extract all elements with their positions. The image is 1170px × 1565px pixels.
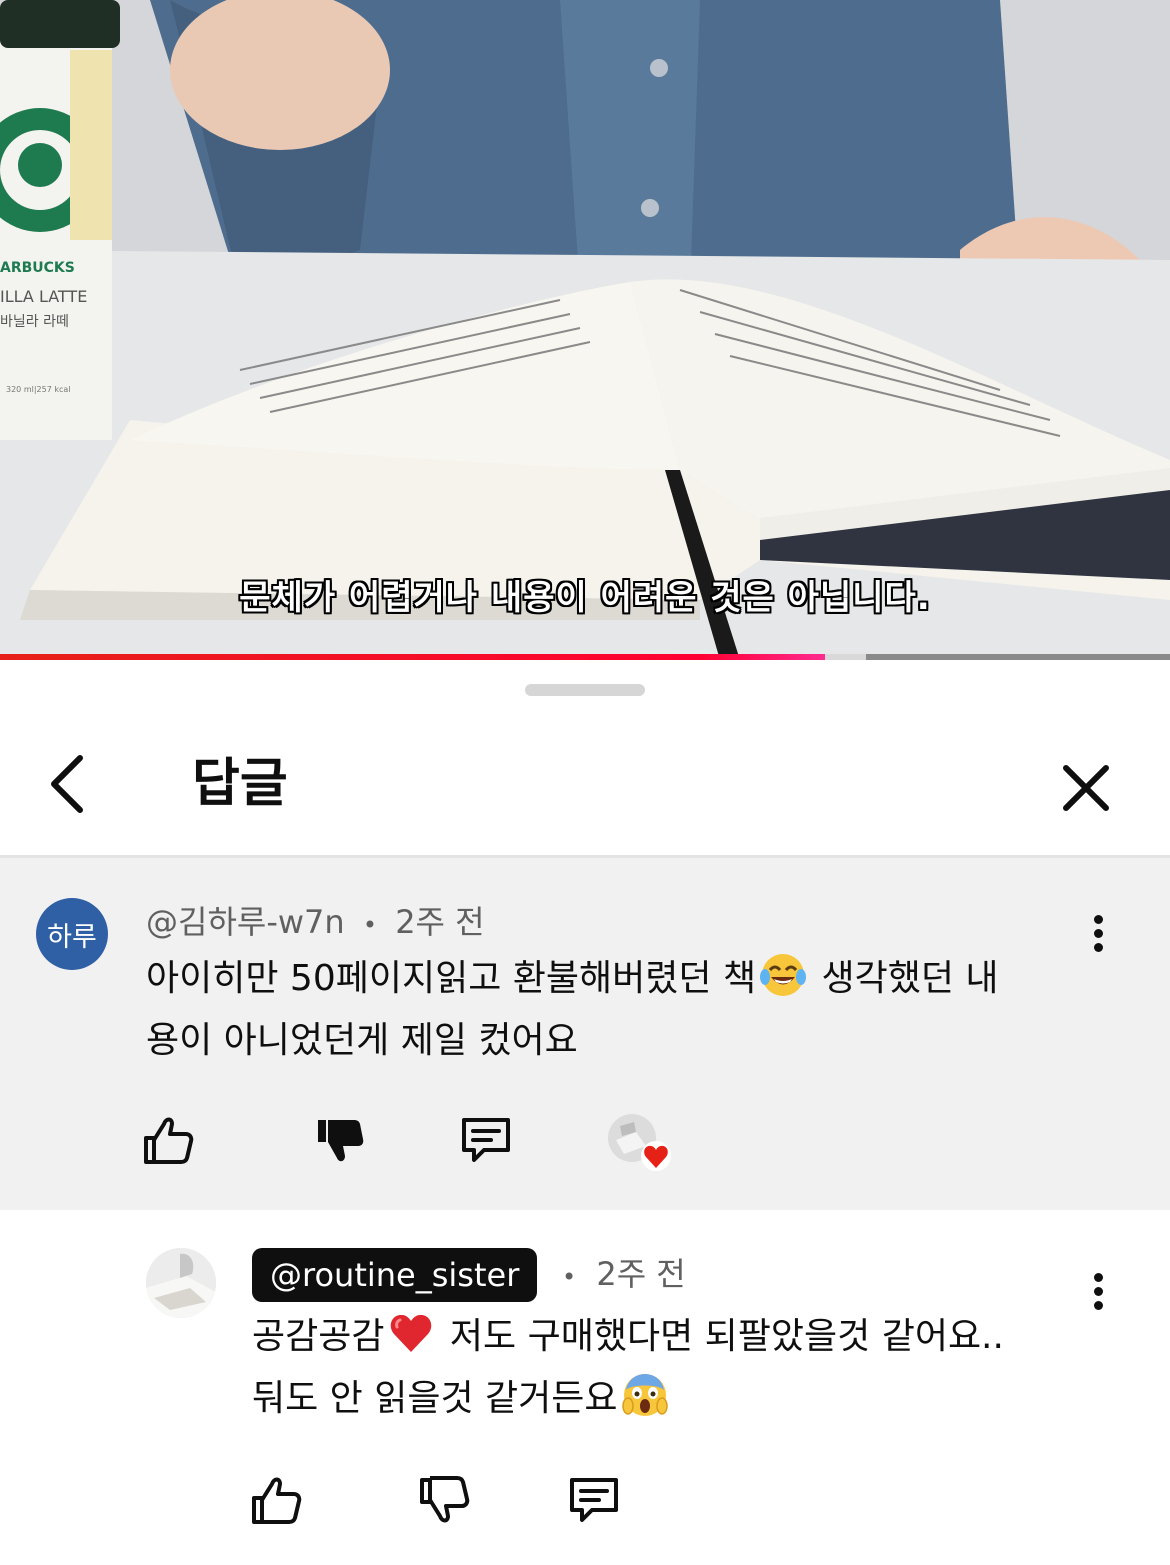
comment-text: 아이히만 50페이지읽고 환불해버렸던 책 생각했던 내 용이 아니었던게 제일… — [146, 948, 1106, 1072]
reply-comment: @routine_sister • 2주 전 공감공감 저도 구매했다면 되팔았… — [0, 1210, 1170, 1565]
sheet-drag-handle[interactable] — [525, 684, 645, 696]
video-frame: ARBUCKS ILLA LATTE 바닐라 라떼 320 ml|257 kca… — [0, 0, 1170, 660]
screaming-face-emoji-icon — [621, 1374, 668, 1416]
reply-icon — [462, 1118, 510, 1162]
comment-text-part: 저도 구매했다면 되팔았을것 같어요.. — [438, 1316, 1004, 1357]
close-button[interactable] — [1052, 754, 1120, 822]
reply-button[interactable] — [564, 1470, 624, 1530]
comment-text-part: 공감공감 — [252, 1316, 385, 1357]
page-title: 답글 — [192, 754, 288, 814]
red-heart-emoji-icon — [391, 1314, 432, 1352]
svg-text:320 ml|257 kcal: 320 ml|257 kcal — [6, 385, 71, 394]
dislike-button[interactable] — [414, 1470, 474, 1530]
creator-heart-badge — [606, 1110, 676, 1174]
comment-text-line2: 둬도 안 읽을것 같거든요 — [252, 1378, 618, 1419]
avatar[interactable] — [146, 1248, 216, 1318]
chevron-left-icon — [51, 755, 83, 813]
svg-text:ARBUCKS: ARBUCKS — [0, 260, 75, 276]
comment-author: @routine_sister — [270, 1256, 520, 1294]
meta-separator: • — [362, 911, 378, 939]
dislike-icon — [420, 1476, 470, 1523]
comment-text-line2: 용이 아니었던게 제일 컸어요 — [146, 1020, 578, 1061]
avatar-image — [146, 1248, 216, 1318]
reply-button[interactable] — [456, 1110, 516, 1170]
comment-time: 2주 전 — [395, 903, 485, 941]
replies-sheet: 답글 하루 @김하루-w7n • 2주 전 아이히만 50페이지읽고 환불해버렸… — [0, 660, 1170, 1565]
reply-icon — [570, 1478, 618, 1522]
dislike-filled-icon — [318, 1120, 364, 1162]
like-button[interactable] — [246, 1470, 306, 1530]
comment-text-part: 아이히만 50페이지읽고 환불해버렸던 책 — [146, 958, 757, 999]
creator-heart-icon — [608, 1114, 671, 1171]
comment-text: 공감공감 저도 구매했다면 되팔았을것 같어요.. 둬도 안 읽을것 같거든요 — [252, 1306, 1132, 1430]
comment-text-part: 생각했던 내 — [810, 958, 999, 999]
like-icon — [252, 1477, 302, 1524]
comment-author[interactable]: @김하루-w7n — [146, 903, 345, 941]
parent-comment: 하루 @김하루-w7n • 2주 전 아이히만 50페이지읽고 환불해버렸던 책… — [0, 858, 1170, 1210]
channel-owner-chip[interactable]: @routine_sister — [252, 1248, 538, 1302]
video-subtitle: 문체가 어렵거나 내용이 어려운 것은 아닙니다. — [239, 578, 931, 618]
video-player[interactable]: ARBUCKS ILLA LATTE 바닐라 라떼 320 ml|257 kca… — [0, 0, 1170, 660]
avatar[interactable]: 하루 — [36, 898, 108, 970]
back-button[interactable] — [38, 752, 102, 816]
comment-time: 2주 전 — [596, 1255, 686, 1293]
laughing-tears-emoji-icon — [760, 954, 807, 996]
avatar-text: 하루 — [47, 921, 97, 953]
dislike-button[interactable] — [310, 1110, 370, 1170]
comment-meta: • 2주 전 — [562, 1254, 686, 1297]
comment-meta: @김하루-w7n • 2주 전 — [146, 902, 485, 945]
svg-text:바닐라 라떼: 바닐라 라떼 — [0, 314, 69, 330]
like-button[interactable] — [138, 1110, 198, 1170]
close-icon — [1063, 765, 1109, 811]
sheet-header: 답글 — [0, 730, 1170, 856]
svg-text:ILLA LATTE: ILLA LATTE — [0, 287, 87, 306]
meta-separator: • — [562, 1263, 577, 1291]
like-icon — [144, 1117, 194, 1164]
